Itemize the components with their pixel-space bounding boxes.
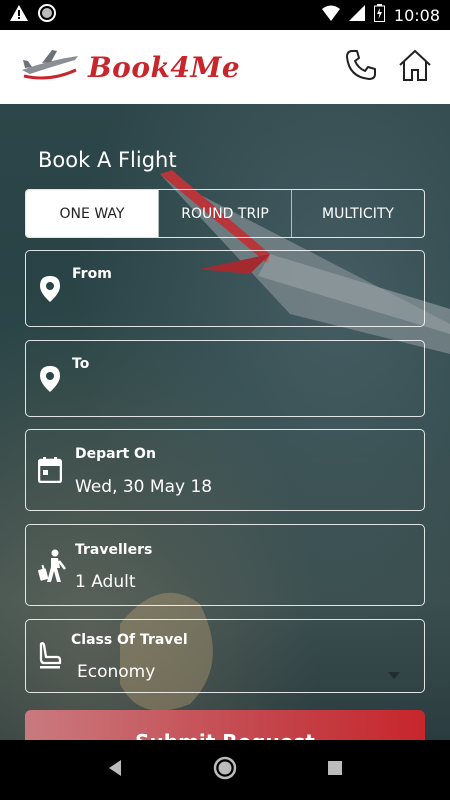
class-of-travel-field[interactable]: Class Of Travel Economy	[25, 619, 425, 693]
submit-request-button[interactable]: Submit Request	[25, 710, 425, 740]
page-title: Book A Flight	[38, 148, 177, 172]
location-pin-icon	[36, 275, 64, 303]
chevron-down-icon	[388, 666, 400, 684]
status-time: 10:08	[393, 5, 440, 25]
location-pin-icon	[36, 365, 64, 393]
to-label: To	[72, 356, 90, 372]
depart-value: Wed, 30 May 18	[75, 477, 213, 497]
logo[interactable]: Book4Me	[20, 48, 240, 87]
from-label: From	[72, 266, 112, 282]
traveller-with-luggage-icon	[36, 549, 68, 583]
depart-label: Depart On	[75, 446, 156, 462]
app-header: Book4Me	[0, 30, 450, 104]
phone-button[interactable]	[342, 48, 380, 86]
wifi-icon	[321, 5, 340, 26]
depart-date-field[interactable]: Depart On Wed, 30 May 18	[25, 429, 425, 511]
class-value: Economy	[77, 662, 156, 682]
seat-icon	[36, 642, 64, 670]
home-nav-button[interactable]	[205, 750, 245, 790]
logo-text: Book4Me	[88, 50, 241, 84]
back-button[interactable]	[95, 750, 135, 790]
tab-multicity[interactable]: MULTICITY	[291, 190, 424, 237]
travellers-value: 1 Adult	[75, 572, 136, 592]
class-label: Class Of Travel	[71, 632, 188, 648]
from-field[interactable]: From	[25, 250, 425, 327]
back-triangle-icon	[107, 759, 123, 782]
system-nav-bar	[0, 740, 450, 800]
phone-icon	[344, 48, 378, 87]
tab-one-way[interactable]: ONE WAY	[26, 190, 158, 237]
recents-button[interactable]	[315, 750, 355, 790]
warning-icon	[10, 4, 28, 26]
trip-type-tabs: ONE WAY ROUND TRIP MULTICITY	[25, 189, 425, 238]
status-bar: 10:08	[0, 0, 450, 30]
recents-square-icon	[327, 760, 343, 781]
travellers-field[interactable]: Travellers 1 Adult	[25, 524, 425, 606]
home-circle-icon	[213, 756, 237, 785]
battery-icon	[373, 3, 385, 27]
signal-icon	[348, 4, 365, 26]
airplane-logo-icon	[20, 48, 80, 87]
home-button[interactable]	[396, 48, 434, 86]
tab-round-trip[interactable]: ROUND TRIP	[158, 190, 291, 237]
calendar-icon	[36, 456, 64, 484]
booking-panel: Book A Flight ONE WAY ROUND TRIP MULTICI…	[0, 104, 450, 740]
circle-icon	[38, 3, 56, 27]
to-field[interactable]: To	[25, 340, 425, 417]
travellers-label: Travellers	[75, 542, 153, 558]
home-icon	[397, 47, 433, 88]
